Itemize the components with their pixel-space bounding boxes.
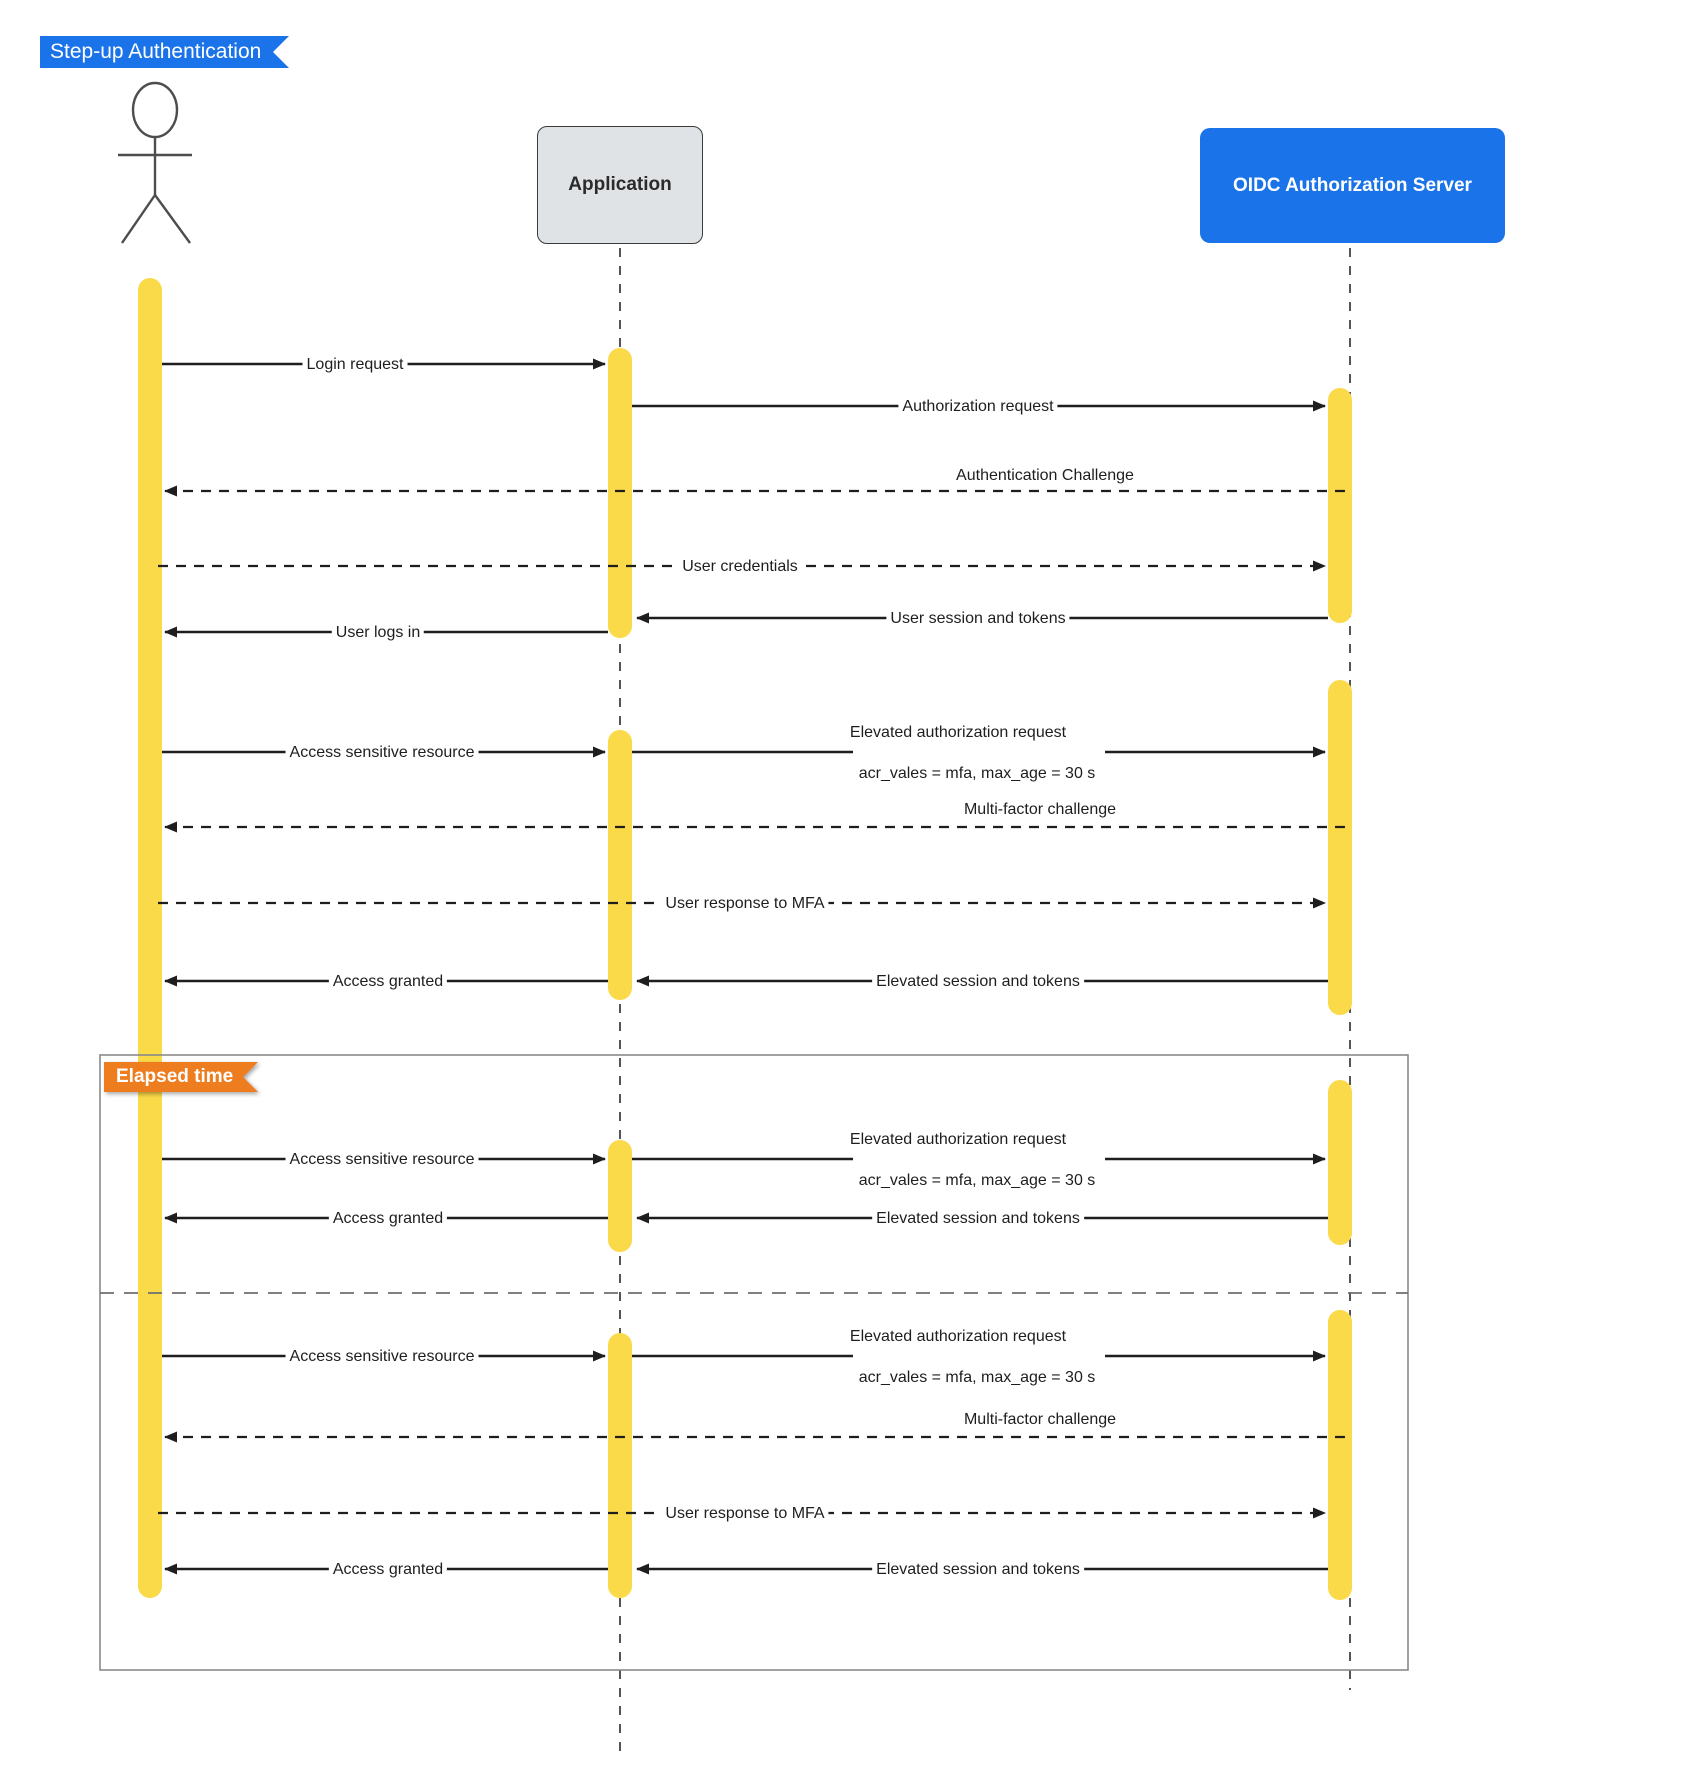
activation-bar-oidc-1 xyxy=(1328,388,1352,623)
participant-application-label: Application xyxy=(568,174,672,195)
message-label-3: Authentication Challenge xyxy=(956,467,1134,484)
message-label-10: User response to MFA xyxy=(661,894,829,913)
message-label-17: Access sensitive resource xyxy=(285,1347,479,1366)
message-label-8-line2: acr_vales = mfa, max_age = 30 s xyxy=(858,765,1096,782)
message-label-21: Elevated session and tokens xyxy=(872,1560,1084,1579)
participant-application[interactable]: Application xyxy=(537,126,703,244)
activation-bar-application-2 xyxy=(608,730,632,1000)
diagram-title-banner: Step-up Authentication xyxy=(40,36,290,68)
message-label-7: Access sensitive resource xyxy=(285,743,479,762)
message-label-14-line2: acr_vales = mfa, max_age = 30 s xyxy=(858,1172,1096,1189)
message-label-9: Multi-factor challenge xyxy=(963,801,1117,818)
diagram-vector-layer xyxy=(99,81,1409,1760)
fragment-label-elapsed-time: Elapsed time xyxy=(104,1062,259,1092)
participant-oidc-label: OIDC Authorization Server xyxy=(1233,174,1472,196)
message-label-18-line2: acr_vales = mfa, max_age = 30 s xyxy=(858,1369,1096,1386)
activation-bar-application-1 xyxy=(608,348,632,638)
message-label-20: User response to MFA xyxy=(661,1504,829,1523)
message-label-11: Elevated session and tokens xyxy=(872,972,1084,991)
message-label-19: Multi-factor challenge xyxy=(963,1411,1117,1428)
message-label-13: Access sensitive resource xyxy=(285,1150,479,1169)
activation-bar-application-4 xyxy=(608,1333,632,1598)
title-banner-tail xyxy=(273,36,290,68)
message-label-6: User logs in xyxy=(331,623,425,642)
message-label-15: Elevated session and tokens xyxy=(872,1209,1084,1228)
message-label-2: Authorization request xyxy=(898,397,1058,416)
sequence-diagram-canvas: Step-up Authentication Application OIDC … xyxy=(0,0,1700,1792)
activation-bar-application-3 xyxy=(608,1140,632,1252)
actor-stick-figure xyxy=(118,81,192,244)
message-label-22: Access granted xyxy=(328,1560,448,1579)
message-label-1: Login request xyxy=(302,355,408,374)
participant-oidc[interactable]: OIDC Authorization Server xyxy=(1200,128,1505,243)
fragment-label-text: Elapsed time xyxy=(104,1062,244,1092)
activation-bar-user xyxy=(138,278,162,1598)
activation-bar-oidc-2 xyxy=(1328,680,1352,1015)
message-label-18-line1: Elevated authorization request xyxy=(849,1328,1067,1345)
page-title: Step-up Authentication xyxy=(40,36,274,68)
message-label-16: Access granted xyxy=(328,1209,448,1228)
message-label-8-line1: Elevated authorization request xyxy=(849,724,1067,741)
fragment-label-tail xyxy=(243,1062,259,1092)
activation-bar-oidc-4 xyxy=(1328,1310,1352,1600)
message-label-5: User session and tokens xyxy=(886,609,1070,628)
message-label-14-line1: Elevated authorization request xyxy=(849,1131,1067,1148)
message-label-4: User credentials xyxy=(678,557,802,576)
message-label-12: Access granted xyxy=(328,972,448,991)
activation-bar-oidc-3 xyxy=(1328,1080,1352,1245)
